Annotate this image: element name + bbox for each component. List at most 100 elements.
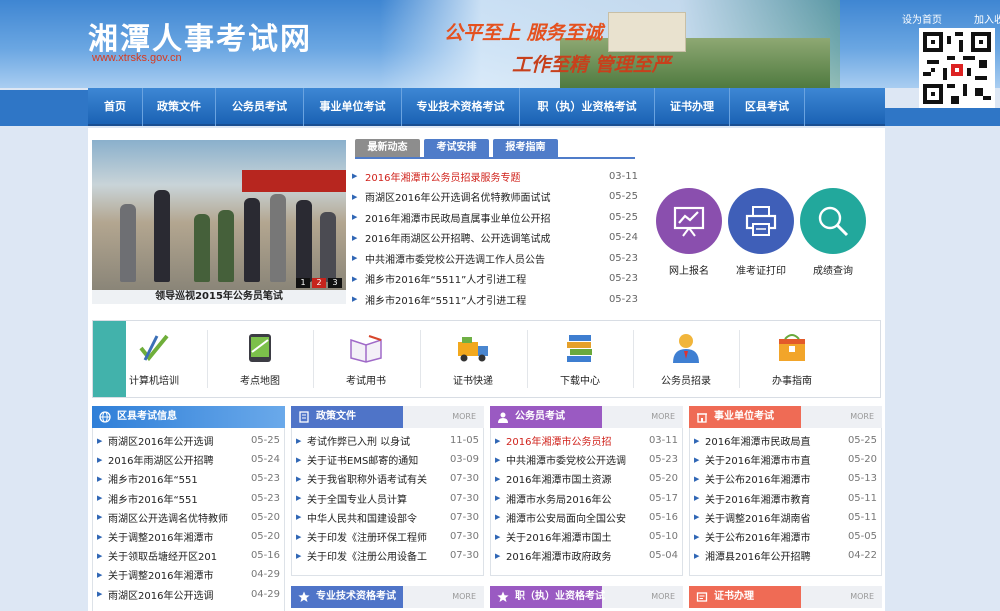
news-item[interactable]: ▶ 中共湘潭市委党校公开选调工作人员公告 05-23 xyxy=(352,248,638,269)
panel-row[interactable]: ▶ 湘乡市2016年“551 05-23 xyxy=(93,469,284,488)
more-link[interactable]: MORE xyxy=(452,586,476,608)
nav-professional-qualification[interactable]: 专业技术资格考试 xyxy=(402,88,520,126)
panel-row[interactable]: ▶ 关于2016年湘潭市国土 05-10 xyxy=(491,527,682,546)
panel-row-title[interactable]: 关于2016年湘潭市市直 xyxy=(705,452,843,467)
panel-row-title[interactable]: 关于领取岳塘经开区201 xyxy=(108,548,246,563)
online-registration-button[interactable] xyxy=(656,188,722,254)
panel-row[interactable]: ▶ 关于印发《注册环保工程师 07-30 xyxy=(292,527,483,546)
add-favorite-link[interactable]: 加入收藏 xyxy=(974,15,1000,26)
panel-row[interactable]: ▶ 2016年雨湖区公开招聘 05-24 xyxy=(93,450,284,469)
panel-row[interactable]: ▶ 考试作弊已入刑 以身试 11-05 xyxy=(292,431,483,450)
news-title[interactable]: 雨湖区2016年公开选调名优特教师面试试 xyxy=(365,189,604,204)
news-title[interactable]: 湘乡市2016年“5511”人才引进工程 xyxy=(365,271,604,286)
news-photo-slideshow[interactable]: 1 2 3 xyxy=(92,140,346,290)
score-query-button[interactable] xyxy=(800,188,866,254)
panel-row[interactable]: ▶ 关于2016年湘潭市市直 05-20 xyxy=(690,450,881,469)
panel-row[interactable]: ▶ 湘潭县2016年公开招聘 04-22 xyxy=(690,546,881,565)
news-item[interactable]: ▶ 2016年雨湖区公开招聘、公开选调笔试成 05-24 xyxy=(352,228,638,249)
panel-row-title[interactable]: 湘乡市2016年“551 xyxy=(108,491,246,506)
news-item[interactable]: ▶ 2016年湘潭市民政局直属事业单位公开招 05-25 xyxy=(352,207,638,228)
nav-public-institution[interactable]: 事业单位考试 xyxy=(304,88,402,126)
panel-row-title[interactable]: 湘潭市公安局面向全国公安 xyxy=(506,510,644,525)
panel-row[interactable]: ▶ 2016年湘潭市政府政务 05-04 xyxy=(491,546,682,565)
panel-row[interactable]: ▶ 关于证书EMS邮寄的通知 03-09 xyxy=(292,450,483,469)
panel-row[interactable]: ▶ 关于我省职称外语考试有关 07-30 xyxy=(292,469,483,488)
panel-row[interactable]: ▶ 湘潭市水务局2016年公 05-17 xyxy=(491,489,682,508)
panel-row[interactable]: ▶ 关于领取岳塘经开区201 05-16 xyxy=(93,546,284,565)
panel-row[interactable]: ▶ 雨湖区2016年公开选调 05-25 xyxy=(93,431,284,450)
panel-header[interactable]: 区县考试信息 xyxy=(92,406,285,428)
panel-row-title[interactable]: 中华人民共和国建设部令 xyxy=(307,510,445,525)
admission-ticket-print-button[interactable] xyxy=(728,188,794,254)
panel-row-title[interactable]: 关于2016年湘潭市教育 xyxy=(705,491,843,506)
panel-row-title[interactable]: 2016年湘潭市国土资源 xyxy=(506,471,644,486)
news-title[interactable]: 2016年雨湖区公开招聘、公开选调笔试成 xyxy=(365,230,604,245)
set-home-link[interactable]: 设为首页 xyxy=(902,15,942,26)
panel-row[interactable]: ▶ 关于调整2016年湘潭市 05-20 xyxy=(93,527,284,546)
panel-row[interactable]: ▶ 2016年湘潭市国土资源 05-20 xyxy=(491,469,682,488)
nav-home[interactable]: 首页 xyxy=(88,88,143,126)
quick-link-civil-servant-recruit[interactable]: 公务员招录 xyxy=(646,332,726,387)
panel-row-title[interactable]: 关于调整2016年湘潭市 xyxy=(108,529,246,544)
panel-row[interactable]: ▶ 关于调整2016年湘潭市 04-29 xyxy=(93,565,284,584)
news-item[interactable]: ▶ 雨湖区2016年公开选调名优特教师面试试 05-25 xyxy=(352,187,638,208)
panel-row-title[interactable]: 中共湘潭市委党校公开选调 xyxy=(506,452,644,467)
panel-row-title[interactable]: 关于公布2016年湘潭市 xyxy=(705,529,843,544)
panel-row-title[interactable]: 湘潭市水务局2016年公 xyxy=(506,491,644,506)
quick-link-certificate-express[interactable]: 证书快递 xyxy=(433,332,513,387)
more-link[interactable]: MORE xyxy=(651,586,675,608)
quick-link-service-guide[interactable]: 办事指南 xyxy=(752,332,832,387)
tab-exam-schedule[interactable]: 考试安排 xyxy=(424,139,489,157)
panel-row-title[interactable]: 关于全国专业人员计算 xyxy=(307,491,445,506)
nav-certificate[interactable]: 证书办理 xyxy=(655,88,730,126)
nav-civil-servant[interactable]: 公务员考试 xyxy=(216,88,304,126)
panel-header[interactable]: 事业单位考试 MORE xyxy=(689,406,882,428)
panel-row-title[interactable]: 雨湖区公开选调名优特教师 xyxy=(108,510,246,525)
more-link[interactable]: MORE xyxy=(850,586,874,608)
news-item[interactable]: ▶ 2016年湘潭市公务员招录服务专题 03-11 xyxy=(352,166,638,187)
quick-link-computer-training[interactable]: 计算机培训 xyxy=(114,332,194,387)
panel-row-title[interactable]: 雨湖区2016年公开选调 xyxy=(108,587,246,602)
slide-page-1[interactable]: 1 xyxy=(296,278,310,288)
score-query-label[interactable]: 成绩查询 xyxy=(793,262,873,277)
panel-row[interactable]: ▶ 关于调整2016年湖南省 05-11 xyxy=(690,508,881,527)
panel-row-title[interactable]: 关于公布2016年湘潭市 xyxy=(705,471,843,486)
quick-link-exam-map[interactable]: 考点地图 xyxy=(220,332,300,387)
panel-row-title[interactable]: 湘乡市2016年“551 xyxy=(108,471,246,486)
quick-link-exam-books[interactable]: 考试用书 xyxy=(326,332,406,387)
more-link[interactable]: MORE xyxy=(651,406,675,428)
panel-row[interactable]: ▶ 湘潭市公安局面向全国公安 05-16 xyxy=(491,508,682,527)
panel-row-title[interactable]: 2016年湘潭市公务员招 xyxy=(506,433,644,448)
panel-row-title[interactable]: 关于证书EMS邮寄的通知 xyxy=(307,452,445,467)
panel-row-title[interactable]: 考试作弊已入刑 以身试 xyxy=(307,433,445,448)
panel-header[interactable]: 证书办理 MORE xyxy=(689,586,882,608)
news-item[interactable]: ▶ 湘乡市2016年“5511”人才引进工程 05-23 xyxy=(352,269,638,290)
more-link[interactable]: MORE xyxy=(452,406,476,428)
nav-policy[interactable]: 政策文件 xyxy=(143,88,216,126)
panel-header[interactable]: 公务员考试 MORE xyxy=(490,406,683,428)
panel-row[interactable]: ▶ 雨湖区2016年公开选调 04-29 xyxy=(93,585,284,604)
panel-row-title[interactable]: 2016年雨湖区公开招聘 xyxy=(108,452,246,467)
tab-latest[interactable]: 最新动态 xyxy=(355,139,420,157)
news-title[interactable]: 中共湘潭市委党校公开选调工作人员公告 xyxy=(365,251,604,266)
panel-row[interactable]: ▶ 2016年湘潭市民政局直 05-25 xyxy=(690,431,881,450)
slide-page-2[interactable]: 2 xyxy=(312,278,326,288)
nav-vocational-qualification[interactable]: 职（执）业资格考试 xyxy=(520,88,655,126)
panel-row[interactable]: ▶ 雨湖区公开选调名优特教师 05-20 xyxy=(93,508,284,527)
panel-row[interactable]: ▶ 中华人民共和国建设部令 07-30 xyxy=(292,508,483,527)
panel-row[interactable]: ▶ 中共湘潭市委党校公开选调 05-23 xyxy=(491,450,682,469)
panel-row-title[interactable]: 关于调整2016年湖南省 xyxy=(705,510,843,525)
panel-row-title[interactable]: 关于印发《注册公用设备工 xyxy=(307,548,445,563)
panel-header[interactable]: 专业技术资格考试 MORE xyxy=(291,586,484,608)
panel-row-title[interactable]: 关于2016年湘潭市国土 xyxy=(506,529,644,544)
panel-header[interactable]: 政策文件 MORE xyxy=(291,406,484,428)
news-title[interactable]: 湘乡市2016年“5511”人才引进工程 xyxy=(365,292,604,307)
panel-row-title[interactable]: 湘潭县2016年公开招聘 xyxy=(705,548,843,563)
news-item[interactable]: ▶ 湘乡市2016年“5511”人才引进工程 05-23 xyxy=(352,289,638,310)
panel-row-title[interactable]: 关于我省职称外语考试有关 xyxy=(307,471,445,486)
tab-registration-guide[interactable]: 报考指南 xyxy=(493,139,558,157)
admission-ticket-print-label[interactable]: 准考证打印 xyxy=(721,262,801,277)
panel-row[interactable]: ▶ 关于2016年湘潭市教育 05-11 xyxy=(690,489,881,508)
panel-row[interactable]: ▶ 关于印发《注册公用设备工 07-30 xyxy=(292,546,483,565)
panel-row[interactable]: ▶ 关于公布2016年湘潭市 05-13 xyxy=(690,469,881,488)
